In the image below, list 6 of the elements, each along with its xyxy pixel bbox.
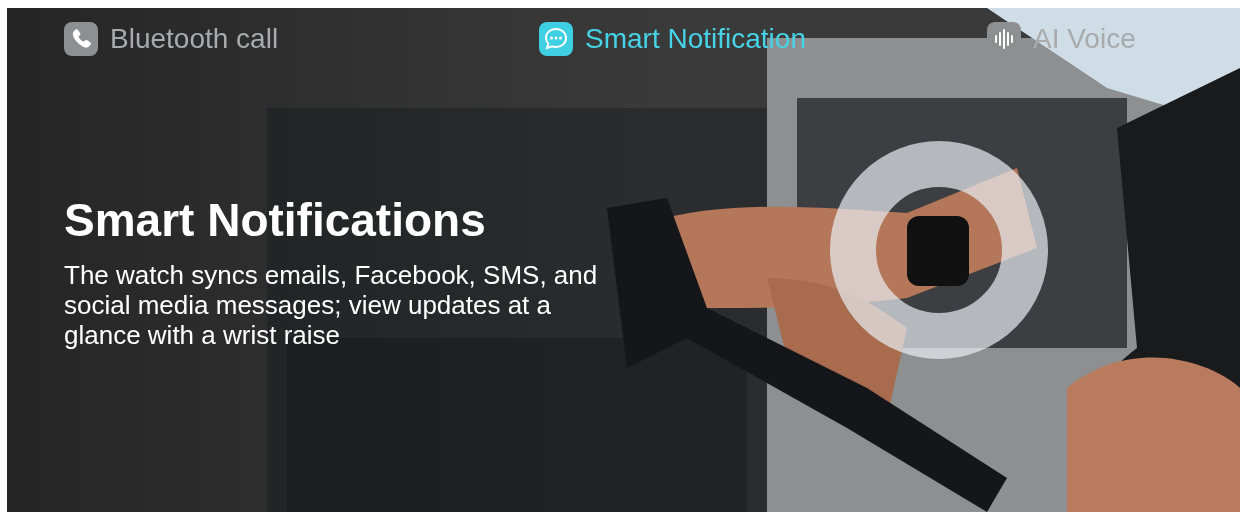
phone-icon — [64, 22, 98, 56]
tab[interactable]: Smart Notification — [539, 22, 806, 56]
tab[interactable]: Bluetooth call — [64, 22, 279, 56]
heading: Smart Notifications — [64, 193, 487, 248]
chat-icon — [539, 22, 573, 56]
description: The watch syncs emails, Facebook, SMS, and social media messages; view updates at a glance with a wrist raise — [64, 260, 599, 350]
